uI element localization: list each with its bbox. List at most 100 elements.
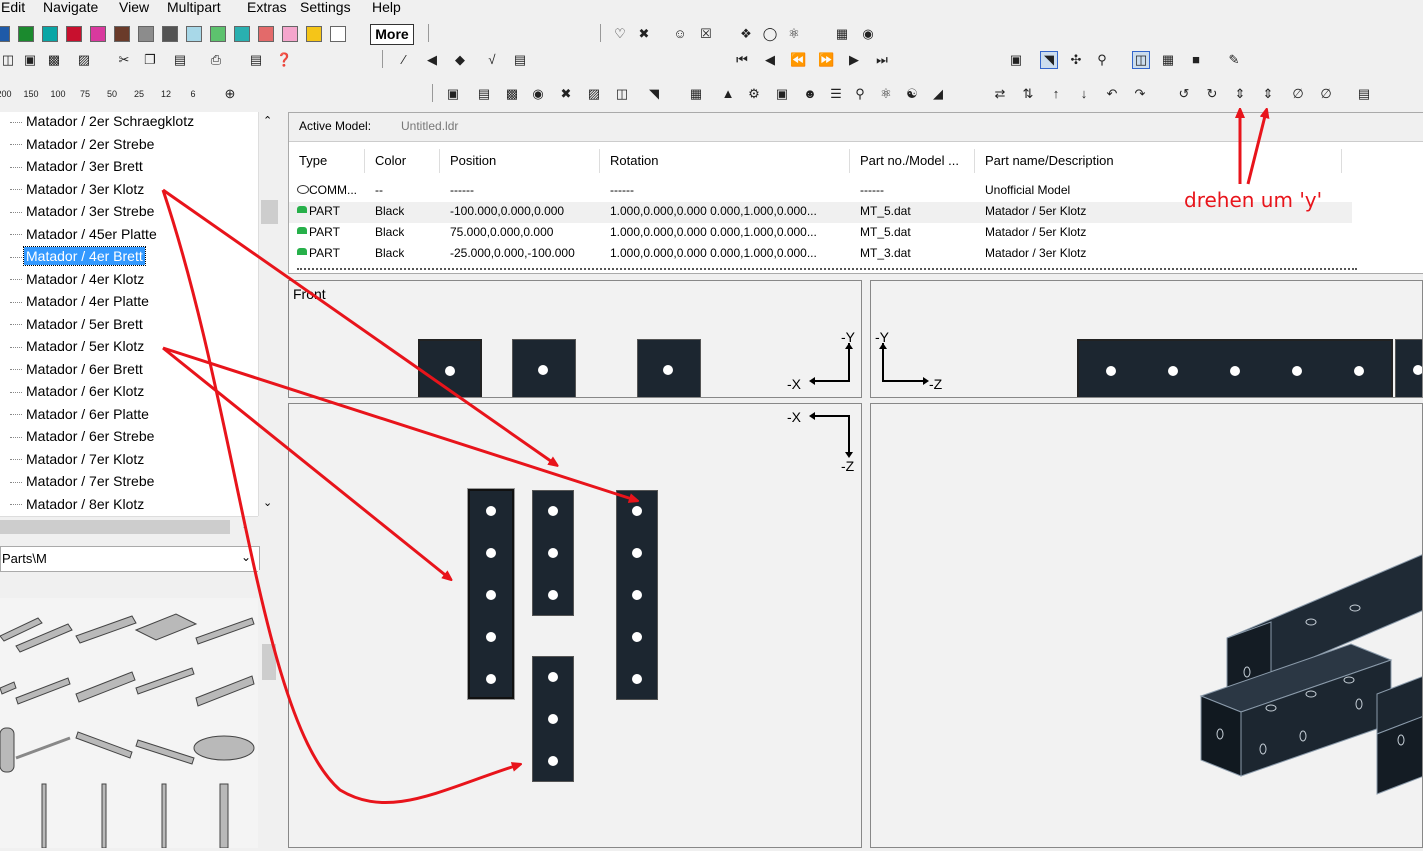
color-swatch[interactable] xyxy=(162,26,178,42)
move-y-icon[interactable]: ⇅ xyxy=(1020,86,1036,102)
save-icon[interactable]: ▣ xyxy=(22,52,38,68)
last-step-icon[interactable]: ⏭ xyxy=(874,52,890,68)
edit-icon[interactable]: ▩ xyxy=(504,86,520,102)
print-icon[interactable]: ⎙ xyxy=(208,52,224,68)
color-icon[interactable]: ◉ xyxy=(530,86,546,102)
rotate-z-pos-icon[interactable]: ∅ xyxy=(1318,86,1334,102)
tree-item[interactable]: Matador / 3er Klotz xyxy=(10,181,146,203)
bell-icon[interactable]: ♡ xyxy=(612,26,628,42)
zoom-preset-button[interactable]: 6 xyxy=(185,86,201,102)
part-thumb[interactable] xyxy=(134,613,198,641)
tree-item[interactable]: Matador / 45er Platte xyxy=(10,226,159,248)
optline-icon[interactable]: √ xyxy=(484,52,500,68)
line-icon[interactable]: ∕ xyxy=(396,52,412,68)
column-header[interactable]: Type xyxy=(289,149,365,173)
open-icon[interactable]: ◫ xyxy=(0,52,16,68)
part-thumb[interactable] xyxy=(75,615,137,644)
tree-item[interactable]: Matador / 8er Klotz xyxy=(10,496,146,518)
tree-item[interactable]: Matador / 5er Brett xyxy=(10,316,145,338)
color-swatch[interactable] xyxy=(114,26,130,42)
tree-item[interactable]: Matador / 3er Strebe xyxy=(10,203,156,225)
column-header[interactable]: Part no./Model ... xyxy=(850,149,975,173)
help-pointer-icon[interactable]: ❓ xyxy=(276,52,292,68)
pen-icon[interactable]: ✎ xyxy=(1226,52,1242,68)
color-swatch[interactable] xyxy=(90,26,106,42)
delete-icon[interactable]: ✖ xyxy=(558,86,574,102)
color-swatch[interactable] xyxy=(138,26,154,42)
layout-icon[interactable]: ◫ xyxy=(1132,51,1150,69)
zoom-view-icon[interactable]: ⚲ xyxy=(1094,52,1110,68)
paint-icon[interactable]: ⚛ xyxy=(786,26,802,42)
more-colors-button[interactable]: More xyxy=(370,24,414,45)
part-thumb[interactable] xyxy=(193,735,255,761)
color-swatch[interactable] xyxy=(210,26,226,42)
tree-item[interactable]: Matador / 7er Strebe xyxy=(10,473,156,495)
save-as-icon[interactable]: ▩ xyxy=(46,52,62,68)
rotate-x-pos-icon[interactable]: ↻ xyxy=(1204,86,1220,102)
color-swatch[interactable] xyxy=(0,26,10,42)
smiley-icon[interactable]: ☺ xyxy=(672,26,688,42)
block-front[interactable] xyxy=(512,339,576,397)
tree-item[interactable]: Matador / 3er Brett xyxy=(10,158,145,180)
part-thumb[interactable] xyxy=(101,783,107,849)
rewind-icon[interactable]: ⏪ xyxy=(790,52,806,68)
swap-icon[interactable]: ◥ xyxy=(646,86,662,102)
parts-folder-select[interactable]: Parts\M ⌄ xyxy=(0,546,260,572)
part-thumb[interactable] xyxy=(135,739,195,765)
color-swatch[interactable] xyxy=(18,26,34,42)
move-up-icon[interactable]: ↑ xyxy=(1048,86,1064,102)
ortho-icon[interactable]: ◥ xyxy=(1040,51,1058,69)
scroll-down-icon[interactable]: ⌄ xyxy=(263,496,272,509)
tree-item[interactable]: Matador / 4er Platte xyxy=(10,293,151,315)
cut-icon[interactable]: ✂ xyxy=(116,52,132,68)
part-thumb[interactable] xyxy=(161,783,167,849)
block-top[interactable] xyxy=(532,656,574,782)
zoom-preset-button[interactable]: 75 xyxy=(77,86,93,102)
scroll-thumb[interactable] xyxy=(261,200,278,224)
zoom-in-icon[interactable]: ⊕ xyxy=(222,86,238,102)
grid-view-icon[interactable]: ▦ xyxy=(1160,52,1176,68)
menu-edit[interactable]: Edit xyxy=(1,0,25,15)
save-all-icon[interactable]: ▨ xyxy=(76,52,92,68)
part-thumb[interactable] xyxy=(195,675,255,707)
color-swatch[interactable] xyxy=(330,26,346,42)
active-model-name[interactable]: Untitled.ldr xyxy=(401,119,458,133)
rotate-x-neg-icon[interactable]: ↺ xyxy=(1176,86,1192,102)
zoom-preset-button[interactable]: 100 xyxy=(50,86,66,102)
menu-multipart[interactable]: Multipart xyxy=(167,0,221,15)
block-top[interactable] xyxy=(616,490,658,700)
text-icon[interactable]: ▤ xyxy=(476,86,492,102)
color-swatch[interactable] xyxy=(42,26,58,42)
rotate-view-icon[interactable]: ✣ xyxy=(1068,52,1084,68)
group-icon[interactable]: ▦ xyxy=(688,86,704,102)
color-swatch[interactable] xyxy=(306,26,322,42)
parts-scroll-thumb[interactable] xyxy=(262,644,276,680)
top-viewport[interactable]: -X -Z xyxy=(288,403,862,848)
zoom-icon[interactable]: ⚲ xyxy=(852,86,868,102)
step-icon[interactable]: ▣ xyxy=(445,86,461,102)
menu-extras[interactable]: Extras xyxy=(247,0,287,15)
move-x-icon[interactable]: ⇄ xyxy=(992,86,1008,102)
tree-item[interactable]: Matador / 7er Klotz xyxy=(10,451,146,473)
part-thumb[interactable] xyxy=(15,677,71,705)
block-top[interactable] xyxy=(532,490,574,616)
column-header[interactable]: Rotation xyxy=(600,149,850,173)
rotate-y-neg-icon[interactable]: ⇕ xyxy=(1232,86,1248,102)
camera-icon[interactable]: ◉ xyxy=(860,26,876,42)
place-icon[interactable]: ▲ xyxy=(720,86,736,102)
zoom-preset-button[interactable]: 150 xyxy=(23,86,39,102)
rotate-z-neg-icon[interactable]: ∅ xyxy=(1290,86,1306,102)
image-icon[interactable]: ▨ xyxy=(586,86,602,102)
rotate-ccw-icon[interactable]: ↶ xyxy=(1104,86,1120,102)
block-front[interactable] xyxy=(637,339,701,397)
menu-help[interactable]: Help xyxy=(372,0,401,15)
tree-horizontal-scrollbar[interactable]: › xyxy=(0,516,258,537)
tree-item[interactable]: Matador / 6er Klotz xyxy=(10,383,146,405)
gear-icon[interactable]: ⚙ xyxy=(746,86,762,102)
zoom-preset-button[interactable]: 12 xyxy=(158,86,174,102)
part-thumb[interactable] xyxy=(0,681,17,695)
part-thumb[interactable] xyxy=(15,736,71,760)
delete-icon[interactable]: ✖ xyxy=(636,26,652,42)
first-step-icon[interactable]: ⏮ xyxy=(734,52,750,68)
clone-icon[interactable]: ◫ xyxy=(614,86,630,102)
